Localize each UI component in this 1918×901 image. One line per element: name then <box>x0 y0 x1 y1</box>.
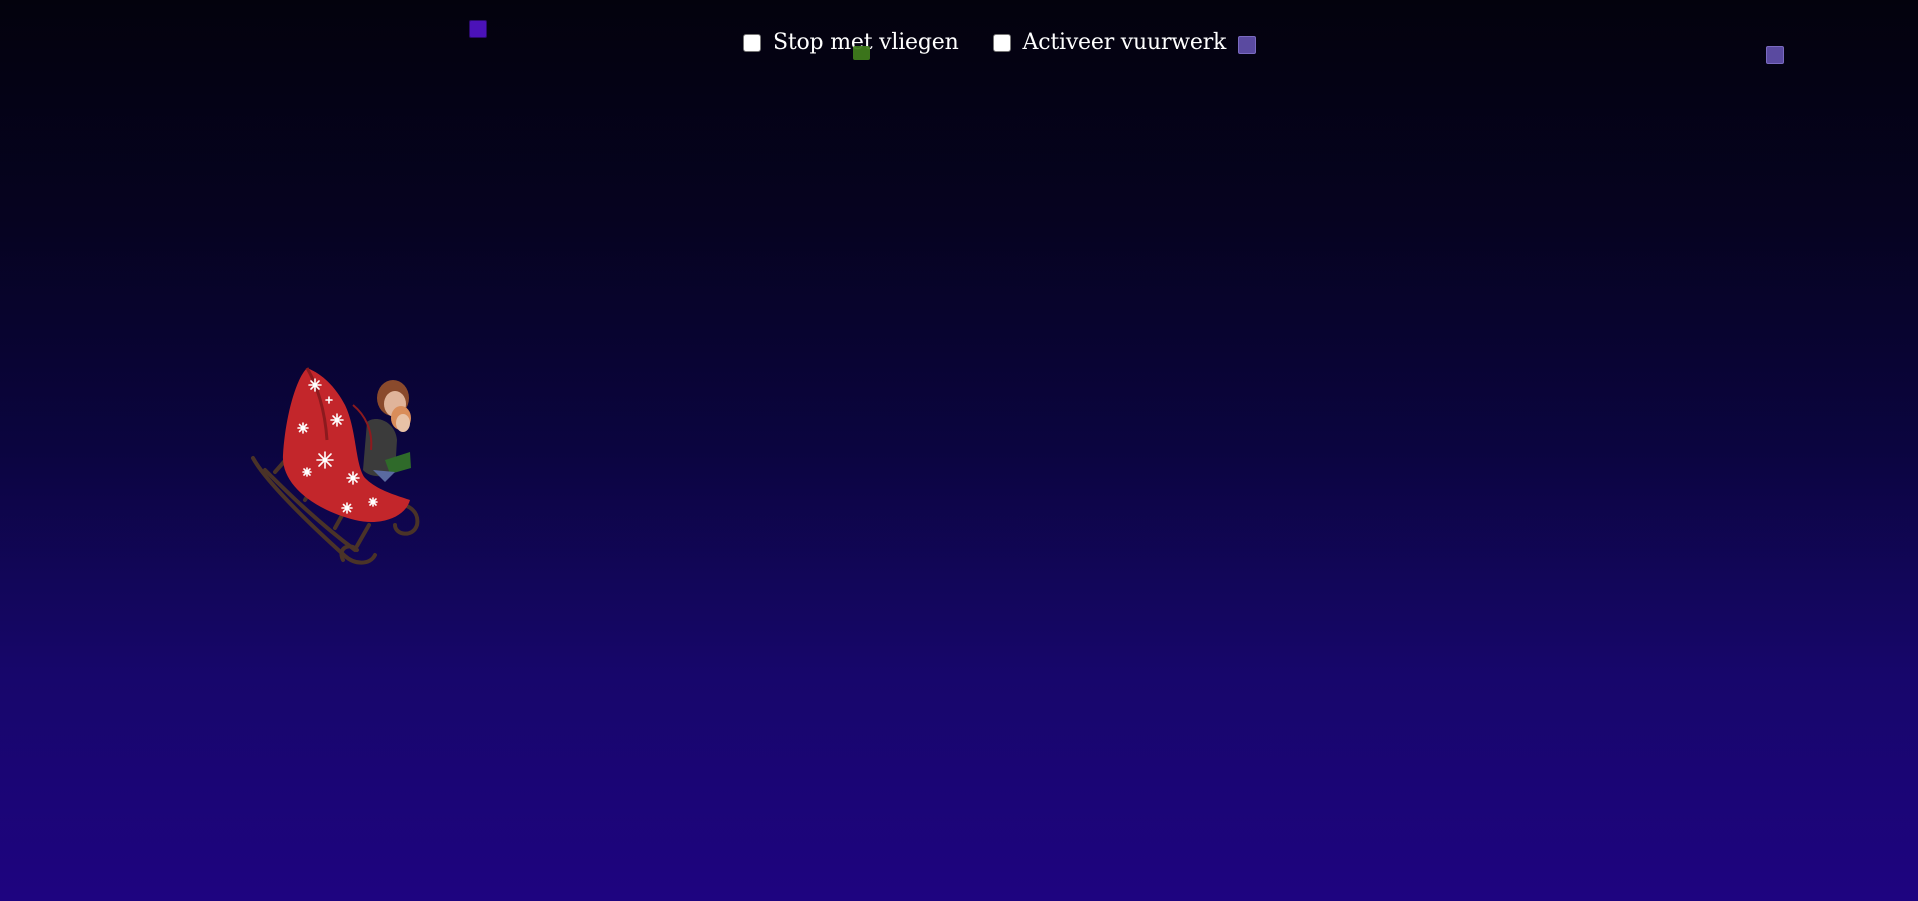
stop-flying-checkbox[interactable] <box>743 33 761 52</box>
firework-particle <box>1766 46 1784 64</box>
controls-bar: Stop met vliegen Activeer vuurwerk <box>743 30 1226 55</box>
firework-particle <box>469 20 487 38</box>
flying-sleigh <box>245 360 435 570</box>
sleigh-icon <box>251 367 420 565</box>
firework-particle <box>853 46 870 60</box>
fireworks-checkbox[interactable] <box>992 33 1011 52</box>
fireworks-toggle[interactable]: Activeer vuurwerk <box>992 30 1227 55</box>
fireworks-label: Activeer vuurwerk <box>1022 30 1227 55</box>
stop-flying-toggle[interactable]: Stop met vliegen <box>743 30 959 55</box>
firework-particle <box>1238 36 1256 54</box>
